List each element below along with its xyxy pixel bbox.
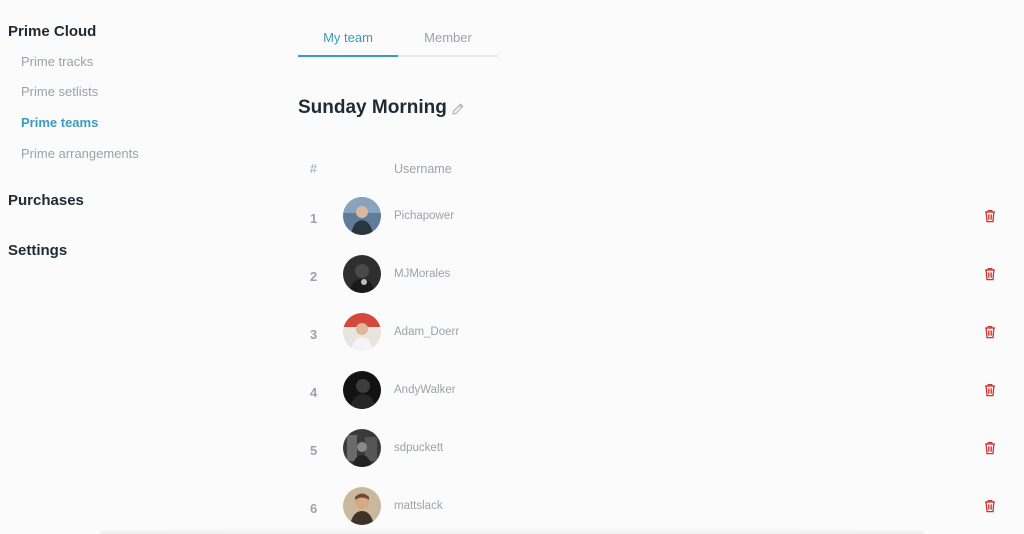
sidebar-section-prime-cloud[interactable]: Prime Cloud (8, 23, 96, 40)
table-row: 6 mattslack (298, 487, 1002, 534)
avatar[interactable] (343, 429, 381, 467)
bottom-shadow (100, 528, 924, 534)
row-number: 6 (310, 501, 318, 516)
row-number: 4 (310, 385, 318, 400)
team-title: Sunday Morning (298, 97, 447, 118)
username[interactable]: Adam_Doerr (394, 326, 459, 338)
trash-icon[interactable] (983, 499, 997, 513)
avatar[interactable] (343, 313, 381, 351)
page: Prime Cloud Prime tracks Prime setlists … (0, 0, 1024, 534)
username[interactable]: MJMorales (394, 268, 450, 280)
pencil-icon[interactable] (451, 102, 465, 116)
tab-member[interactable]: Member (398, 30, 498, 45)
trash-icon[interactable] (983, 267, 997, 281)
username[interactable]: Pichapower (394, 210, 454, 222)
row-number: 5 (310, 443, 318, 458)
row-number: 2 (310, 269, 318, 284)
username[interactable]: sdpuckett (394, 442, 443, 454)
trash-icon[interactable] (983, 209, 997, 223)
team-tabs: My team Member (298, 22, 498, 57)
sidebar-item-prime-tracks[interactable]: Prime tracks (21, 54, 93, 69)
tab-my-team[interactable]: My team (298, 30, 398, 45)
sidebar: Prime Cloud Prime tracks Prime setlists … (0, 0, 260, 534)
table-row: 3 Adam_Doerr (298, 313, 1002, 363)
active-tab-indicator (298, 55, 398, 57)
table-row: 1 Pichapower (298, 197, 1002, 247)
avatar[interactable] (343, 255, 381, 293)
column-header-number: # (310, 162, 317, 176)
table-row: 5 sdpuckett (298, 429, 1002, 479)
table-row: 4 AndyWalker (298, 371, 1002, 421)
trash-icon[interactable] (983, 441, 997, 455)
sidebar-item-prime-teams[interactable]: Prime teams (21, 115, 98, 130)
row-number: 3 (310, 327, 318, 342)
row-number: 1 (310, 211, 318, 226)
sidebar-section-settings[interactable]: Settings (8, 242, 67, 259)
trash-icon[interactable] (983, 325, 997, 339)
username[interactable]: AndyWalker (394, 384, 456, 396)
sidebar-item-prime-arrangements[interactable]: Prime arrangements (21, 146, 139, 161)
username[interactable]: mattslack (394, 500, 443, 512)
trash-icon[interactable] (983, 383, 997, 397)
sidebar-section-purchases[interactable]: Purchases (8, 192, 84, 209)
avatar[interactable] (343, 197, 381, 235)
avatar[interactable] (343, 487, 381, 525)
sidebar-item-prime-setlists[interactable]: Prime setlists (21, 84, 98, 99)
table-row: 2 MJMorales (298, 255, 1002, 305)
column-header-username[interactable]: Username (394, 162, 452, 176)
avatar[interactable] (343, 371, 381, 409)
